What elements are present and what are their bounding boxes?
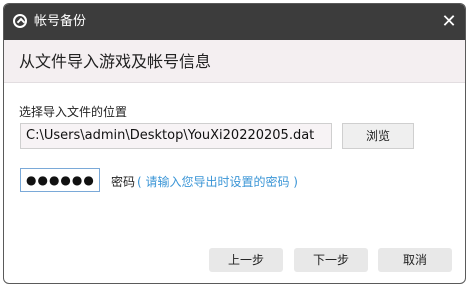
backup-dialog: 帐号备份 ✕ 从文件导入游戏及帐号信息 选择导入文件的位置 C:\Users\a… — [3, 3, 466, 284]
file-path-input[interactable]: C:\Users\admin\Desktop\YouXi20220205.dat — [20, 123, 332, 149]
title-bar: 帐号备份 ✕ — [4, 4, 465, 40]
close-button[interactable]: ✕ — [439, 12, 459, 32]
previous-step-button[interactable]: 上一步 — [209, 248, 283, 272]
dialog-header: 从文件导入游戏及帐号信息 — [4, 40, 465, 83]
password-label: 密码 — [111, 175, 136, 189]
password-input[interactable]: ●●●●●● — [20, 168, 100, 192]
browse-button[interactable]: 浏览 — [342, 123, 414, 149]
dialog-heading: 从文件导入游戏及帐号信息 — [19, 52, 212, 71]
file-location-label: 选择导入文件的位置 — [19, 105, 128, 119]
cancel-button[interactable]: 取消 — [378, 248, 452, 272]
password-hint: ( 请输入您导出时设置的密码 ) — [137, 175, 298, 189]
next-step-button[interactable]: 下一步 — [294, 248, 368, 272]
window-title: 帐号备份 — [34, 14, 87, 29]
app-logo-icon — [13, 14, 27, 28]
